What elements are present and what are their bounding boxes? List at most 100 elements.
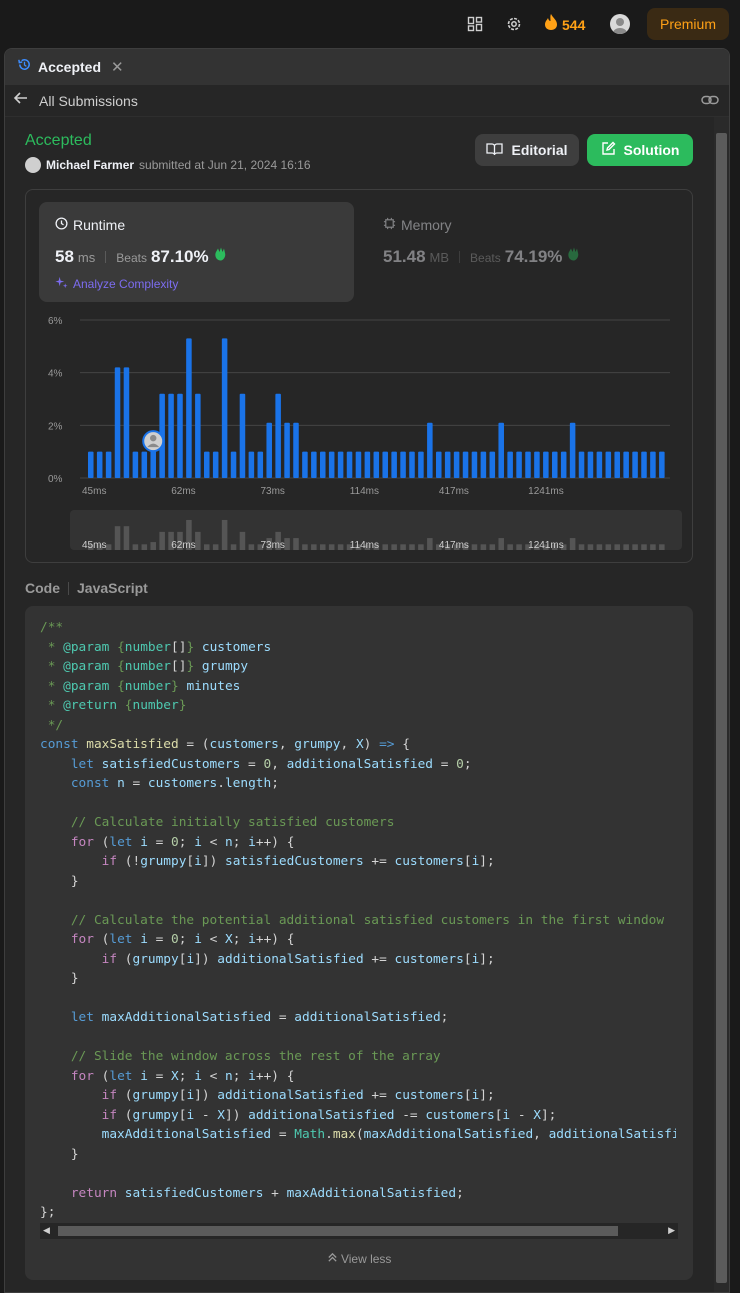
back-arrow-icon[interactable]	[13, 91, 29, 110]
chart-bar	[614, 451, 620, 478]
vertical-scrollbar-thumb[interactable]	[716, 133, 727, 1283]
chart-bar	[400, 451, 406, 478]
tab-accepted[interactable]: Accepted	[38, 59, 101, 75]
overview-bar	[328, 544, 335, 550]
overview-bar	[293, 538, 299, 550]
analyze-complexity-link[interactable]: Analyze Complexity	[55, 276, 178, 292]
overview-tick-label: 45ms	[82, 540, 106, 551]
chart-bar	[96, 451, 103, 478]
code-line: let satisfiedCustomers = 0, additionalSa…	[70, 756, 472, 772]
runtime-beats-label: Beats	[116, 251, 147, 265]
scroll-right-icon[interactable]: ▶	[668, 1225, 675, 1236]
history-icon	[17, 57, 32, 77]
streak-counter[interactable]: 544	[544, 13, 585, 36]
overview-bar	[212, 544, 219, 550]
code-viewer: /** * @param {number[]} customers * @par…	[25, 606, 693, 1280]
runtime-card[interactable]: Runtime 58 ms Beats 87.10% Analyze Compl…	[39, 202, 354, 302]
view-less-label: View less	[340, 1252, 392, 1266]
link-icon[interactable]	[701, 93, 719, 112]
x-tick-label: 1241ms	[528, 486, 564, 497]
overview-bar	[391, 544, 397, 550]
code-line: }	[40, 971, 79, 986]
code-line: * @param {number[]} grumpy	[40, 659, 249, 674]
double-chevron-up-icon	[327, 1252, 341, 1266]
submitted-at: submitted at Jun 21, 2024 16:16	[139, 158, 311, 172]
view-less-button[interactable]: View less	[25, 1252, 693, 1266]
close-icon[interactable]: ✕	[111, 58, 124, 76]
x-tick-label: 114ms	[350, 486, 379, 497]
book-icon	[486, 142, 504, 159]
all-submissions-nav[interactable]: All Submissions	[5, 85, 729, 117]
chart-bar	[177, 393, 183, 478]
code-line: // Calculate initially satisfied custome…	[70, 815, 395, 830]
chart-bar	[293, 422, 299, 478]
overview-bar	[507, 544, 513, 550]
memory-card[interactable]: Memory 51.48 MB Beats 74.19%	[367, 202, 682, 302]
chart-bar	[489, 451, 496, 478]
overview-bar	[337, 544, 344, 550]
code-line: if (grumpy[i]) additionalSatisfied += cu…	[101, 951, 495, 967]
overview-bar	[418, 544, 424, 550]
avatar[interactable]	[610, 14, 630, 34]
scroll-left-icon[interactable]: ◀	[43, 1225, 50, 1236]
username[interactable]: Michael Farmer	[46, 158, 134, 172]
overview-bar	[141, 544, 148, 550]
fire-icon	[544, 13, 558, 36]
chart-bar	[498, 422, 504, 478]
editorial-label: Editorial	[511, 142, 568, 158]
layout-icon[interactable]	[465, 14, 485, 34]
code-line: * @return {number}	[40, 698, 187, 713]
overview-tick-label: 417ms	[439, 540, 469, 551]
code-line: };	[40, 1205, 56, 1220]
chart-bar	[462, 451, 469, 478]
code-line: // Calculate the potential additional sa…	[70, 912, 665, 928]
overview-bar	[204, 544, 210, 550]
chart-bar	[659, 451, 665, 478]
horizontal-scrollbar-thumb[interactable]	[58, 1226, 618, 1236]
chart-bar	[248, 451, 255, 478]
horizontal-scrollbar[interactable]: ◀ ▶	[40, 1223, 678, 1239]
runtime-value: 58	[55, 247, 74, 266]
overview-bar	[195, 531, 201, 550]
solution-button[interactable]: Solution	[587, 134, 693, 166]
overview-bar	[623, 544, 629, 550]
gear-icon[interactable]	[504, 14, 524, 34]
tab-bar: Accepted ✕	[5, 49, 729, 85]
runtime-distribution-chart[interactable]: 6% 4% 2% 0% 45ms 62ms 73ms 114ms 417ms 1241ms 45ms…	[36, 310, 682, 558]
chart-bar	[88, 451, 94, 478]
y-tick-label: 4%	[48, 369, 63, 380]
chart-bar	[230, 451, 237, 478]
code-line: return satisfiedCustomers + maxAdditiona…	[70, 1185, 464, 1201]
all-submissions-link[interactable]: All Submissions	[39, 93, 138, 109]
memory-value: 51.48	[383, 247, 426, 266]
code-line: if (grumpy[i - X]) additionalSatisfied -…	[101, 1107, 557, 1123]
overview-bar	[641, 544, 647, 550]
chart-bar	[311, 451, 317, 478]
overview-bar	[489, 544, 496, 550]
chart-bar	[516, 451, 522, 478]
overview-bar	[471, 544, 478, 550]
chart-bar	[534, 451, 540, 478]
chart-bar	[578, 451, 585, 478]
overview-bar	[498, 538, 504, 550]
code-content[interactable]: /** * @param {number[]} customers * @par…	[40, 618, 676, 1224]
overview-bar	[239, 531, 246, 550]
overview-bar	[659, 544, 665, 550]
overview-bar	[221, 519, 228, 550]
overview-tick-label: 62ms	[171, 540, 195, 551]
memory-beats-label: Beats	[470, 251, 501, 265]
chart-bar	[355, 451, 362, 478]
chart-bar	[266, 422, 272, 478]
chart-bar	[436, 451, 442, 478]
overview-bar	[123, 526, 130, 550]
code-line: for (let i = 0; i < X; i++) {	[70, 932, 295, 947]
code-line: maxAdditionalSatisfied = Math.max(maxAdd…	[101, 1127, 676, 1142]
code-line: */	[40, 717, 64, 733]
chart-bar	[373, 451, 380, 478]
divider	[459, 250, 461, 263]
editorial-button[interactable]: Editorial	[475, 134, 579, 166]
overview-bar	[105, 544, 112, 550]
overview-bar	[382, 544, 388, 550]
premium-button[interactable]: Premium	[647, 8, 729, 40]
